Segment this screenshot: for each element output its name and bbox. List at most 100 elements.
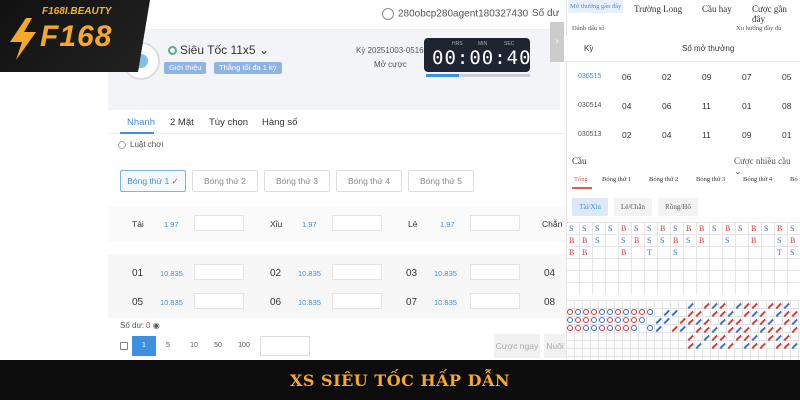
bead-mark [759, 318, 766, 325]
bead-mark [687, 334, 694, 341]
bead-mark [751, 310, 758, 317]
bead-mark [663, 317, 670, 324]
cau-tab-3[interactable]: Bóng thứ 3 [696, 176, 725, 183]
number-05-input[interactable] [194, 293, 244, 309]
tab-recent-bets[interactable]: Cược gần đây [752, 4, 800, 24]
bead-mark [695, 318, 702, 325]
road-cell: B [699, 224, 705, 233]
cau-title: Cầu [572, 156, 587, 166]
road-cell: B [699, 236, 705, 245]
cau-tab-4[interactable]: Bóng thứ 4 [743, 176, 772, 183]
bead-mark [567, 317, 573, 323]
chip-100[interactable]: 100 [232, 336, 256, 356]
road-cell: B [621, 248, 627, 257]
nuoi-button[interactable]: Nuôi [544, 334, 566, 358]
bead-mark [727, 318, 734, 325]
bet-xiu-input[interactable] [332, 215, 382, 231]
bead-mark [607, 325, 613, 331]
tab-tuy-chon[interactable]: Tùy chọn [209, 117, 248, 128]
position-4[interactable]: Bóng thứ 4 [336, 170, 402, 192]
bead-mark [695, 326, 702, 333]
bead-mark [615, 317, 621, 323]
bet-le-input[interactable] [470, 215, 520, 231]
account-info[interactable]: 280obcp280agent180327430 [382, 8, 528, 20]
tab-cau-hay[interactable]: Cầu hay [702, 4, 732, 14]
bead-mark [783, 334, 790, 341]
chip-5[interactable]: 5 [160, 336, 176, 356]
amount-input[interactable] [260, 336, 310, 356]
number-02-odd: 10.835 [298, 269, 321, 278]
bead-mark [623, 309, 629, 315]
mark-numbers-link[interactable]: Đánh dấu số [572, 25, 605, 32]
number-01-input[interactable] [194, 264, 244, 280]
cau-tab-2[interactable]: Bóng thứ 2 [649, 176, 678, 183]
road-cell: S [790, 224, 795, 233]
number-02-input[interactable] [332, 264, 382, 280]
results-period-header: Kỳ [584, 44, 594, 53]
bead-mark [719, 334, 726, 341]
bead-mark [751, 302, 758, 309]
bead-mark [583, 317, 589, 323]
eye-icon[interactable]: ◉ [153, 321, 160, 330]
number-01: 01 [132, 268, 144, 279]
type-rong-ho[interactable]: Rồng/Hổ [658, 198, 698, 216]
period-label: Kỳ 20251003-0516 [356, 46, 424, 55]
cau-tab-5[interactable]: Bó [790, 176, 798, 183]
tab-2mat[interactable]: 2 Mặt [170, 117, 194, 128]
position-5[interactable]: Bóng thứ 5 [408, 170, 474, 192]
bead-mark [759, 342, 766, 349]
type-le-chan[interactable]: Lẻ/Chẵn [614, 198, 652, 216]
position-3[interactable]: Bóng thứ 3 [264, 170, 330, 192]
bead-mark [711, 334, 718, 341]
type-tai-xiu[interactable]: Tài/Xỉu [572, 198, 608, 216]
bead-grid [566, 300, 800, 360]
tab-truong-long[interactable]: Trường Long [634, 4, 682, 14]
bead-mark [703, 326, 710, 333]
number-06-odd: 10.835 [298, 298, 321, 307]
chip-50[interactable]: 50 [208, 336, 228, 356]
bead-mark [783, 302, 790, 309]
bet-now-button[interactable]: Cược ngay [494, 334, 540, 358]
full-trend-link[interactable]: Xu hướng đầy đủ [736, 25, 781, 32]
countdown-timer: HRS MIN SEC 00:00:40 [424, 38, 531, 72]
bead-mark [599, 317, 605, 323]
road-cell: S [686, 236, 691, 245]
road-cell: S [764, 224, 769, 233]
intro-button[interactable]: Giới thiệu [164, 62, 207, 74]
chip-10[interactable]: 10 [184, 336, 204, 356]
number-06-input[interactable] [332, 293, 382, 309]
tab-hang-so[interactable]: Hàng số [262, 117, 297, 128]
tab-recent-results[interactable]: Mở thưởng gần đây [568, 0, 624, 13]
cau-more-link[interactable]: Cược nhiều cầu ⌄ [734, 156, 800, 177]
road-cell: S [660, 236, 665, 245]
cau-tab-1[interactable]: Bóng thứ 1 [602, 176, 631, 183]
game-dot-icon [168, 46, 177, 56]
bead-mark [791, 342, 798, 349]
bead-mark [647, 325, 653, 331]
tab-nhanh[interactable]: Nhanh [127, 117, 155, 128]
check-icon: ✓ [171, 176, 179, 186]
road-cell: S [608, 224, 613, 233]
position-2[interactable]: Bóng thứ 2 [192, 170, 258, 192]
position-1[interactable]: Bóng thứ 1 ✓ [120, 170, 186, 192]
cau-tab-tong[interactable]: Tổng [574, 176, 588, 183]
results-header: Kỳ Số mở thưởng [566, 36, 800, 62]
account-name: 280obcp280agent180327430 [398, 8, 529, 20]
rules-link[interactable]: Luật chơi [118, 140, 163, 149]
bead-mark [719, 318, 726, 325]
road-cell: B [582, 236, 588, 245]
number-07-input[interactable] [470, 293, 520, 309]
bet-tai-input[interactable] [194, 215, 244, 231]
bead-mark [775, 302, 782, 309]
game-title[interactable]: Siêu Tốc 11x5 ⌄ [168, 43, 269, 57]
chevron-down-icon: ⌄ [734, 166, 742, 176]
brand-logo: F168I.BEAUTY F168 [0, 0, 150, 72]
chip-1[interactable]: 1 [132, 336, 156, 356]
bead-mark [735, 318, 742, 325]
edit-icon[interactable] [120, 342, 128, 350]
collapse-panel-button[interactable]: › [550, 22, 564, 62]
number-05: 05 [132, 297, 144, 308]
bead-mark [671, 325, 678, 332]
number-03-input[interactable] [470, 264, 520, 280]
active-tab-underline [120, 132, 154, 134]
